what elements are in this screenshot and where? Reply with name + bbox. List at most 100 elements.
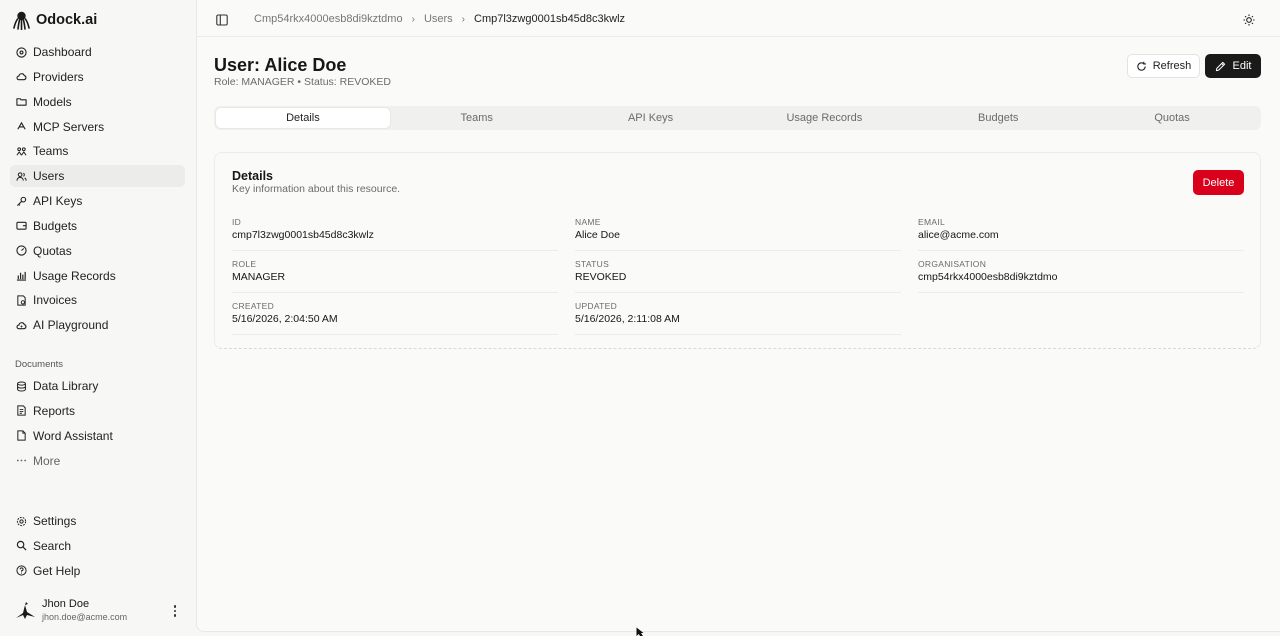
sidebar-item-label: Data Library: [33, 379, 99, 393]
sidebar-item-more[interactable]: More: [10, 450, 185, 472]
sidebar-item-word-assistant[interactable]: Word Assistant: [10, 425, 185, 447]
sidebar-item-label: Providers: [33, 69, 84, 84]
card-title: Details: [232, 169, 273, 183]
sidebar-item-mcp-servers[interactable]: MCP Servers: [10, 116, 185, 138]
sidebar-item-label: Users: [33, 169, 65, 184]
search-icon: [16, 541, 27, 551]
tab-usage-records[interactable]: Usage Records: [737, 108, 911, 128]
sidebar-item-label: Get Help: [33, 563, 81, 578]
field-value: Alice Doe: [575, 229, 620, 241]
delete-button[interactable]: Delete: [1193, 170, 1244, 195]
avatar: [16, 602, 35, 619]
breadcrumb: Cmp54rkx4000esb8di9kztdmo › Users › Cmp7…: [254, 13, 625, 25]
sidebar-item-models[interactable]: Models: [10, 91, 185, 113]
documents-section-label: Documents: [15, 359, 64, 370]
sidebar-item-get-help[interactable]: Get Help: [10, 560, 185, 582]
user-email: jhon.doe@acme.com: [42, 612, 128, 622]
mouse-cursor-icon: [636, 627, 644, 636]
sidebar-item-ai-playground[interactable]: AI Playground: [10, 314, 185, 336]
tab-quotas[interactable]: Quotas: [1085, 108, 1259, 128]
sidebar-item-label: Models: [33, 94, 72, 109]
sidebar-item-label: Settings: [33, 514, 77, 528]
field-value: MANAGER: [232, 271, 286, 283]
document-icon: [17, 430, 26, 441]
field-value: 5/16/2026, 2:04:50 AM: [232, 313, 338, 325]
field-status: STATUS REVOKED: [575, 259, 901, 293]
tab-details[interactable]: Details: [216, 108, 390, 128]
sidebar-item-providers[interactable]: Providers: [10, 66, 185, 88]
topbar: Cmp54rkx4000esb8di9kztdmo › Users › Cmp7…: [197, 0, 1280, 37]
sidebar-item-users[interactable]: Users: [10, 165, 185, 188]
sidebar-item-label: Invoices: [33, 293, 78, 308]
sidebar-item-label: Search: [33, 538, 72, 553]
chevron-right-icon: ›: [411, 13, 415, 25]
report-icon: [17, 405, 26, 416]
tabs: Details Teams API Keys Usage Records Bud…: [214, 106, 1261, 130]
sidebar-item-settings[interactable]: Settings: [10, 510, 185, 532]
field-label: EMAIL: [918, 217, 946, 227]
ellipsis-icon: [16, 459, 27, 462]
tab-api-keys[interactable]: API Keys: [564, 108, 738, 128]
field-organisation: ORGANISATION cmp54rkx4000esb8di9kztdmo: [918, 259, 1244, 293]
breadcrumb-organisation[interactable]: Cmp54rkx4000esb8di9kztdmo: [254, 13, 403, 25]
field-value: REVOKED: [575, 271, 627, 283]
refresh-label: Refresh: [1152, 60, 1192, 72]
sidebar-toggle-icon[interactable]: [216, 14, 228, 26]
sidebar-item-label: Reports: [33, 403, 76, 418]
sidebar-item-dashboard[interactable]: Dashboard: [10, 41, 185, 63]
sidebar-item-teams[interactable]: Teams: [10, 140, 185, 162]
field-updated: UPDATED 5/16/2026, 2:11:08 AM: [575, 301, 901, 335]
page-subtitle: Role: MANAGER • Status: REVOKED: [214, 76, 391, 88]
sidebar-item-reports[interactable]: Reports: [10, 400, 185, 422]
field-label: ORGANISATION: [918, 259, 987, 269]
user-menu-icon[interactable]: [169, 604, 181, 618]
edit-label: Edit: [1232, 60, 1252, 72]
sidebar-item-label: More: [33, 453, 61, 468]
dashboard-icon: [16, 46, 27, 58]
sidebar-item-label: API Keys: [33, 194, 83, 209]
edit-button[interactable]: Edit: [1205, 54, 1261, 78]
folder-icon: [16, 98, 27, 106]
cloud-icon: [16, 73, 27, 81]
user-name: Jhon Doe: [42, 598, 90, 610]
sidebar-item-search[interactable]: Search: [10, 535, 185, 557]
card-description: Key information about this resource.: [232, 183, 401, 195]
refresh-button[interactable]: Refresh: [1127, 54, 1200, 78]
sidebar-item-label: Word Assistant: [33, 428, 113, 443]
sidebar-item-budgets[interactable]: Budgets: [10, 215, 185, 237]
sparkle-cloud-icon: [16, 321, 27, 330]
sidebar: Odock.ai Dashboard Providers Models MCP …: [0, 0, 196, 636]
field-value: cmp54rkx4000esb8di9kztdmo: [918, 271, 1058, 283]
secondary-nav: Settings Search Get Help: [10, 510, 185, 585]
teams-icon: [16, 147, 27, 156]
tab-budgets[interactable]: Budgets: [911, 108, 1085, 128]
field-email: EMAIL alice@acme.com: [918, 217, 1244, 251]
main-nav: Dashboard Providers Models MCP Servers T…: [10, 41, 185, 339]
server-icon: [17, 121, 26, 130]
page-title: User: Alice Doe: [214, 55, 347, 75]
field-value: cmp7l3zwg0001sb45d8c3kwlz: [232, 229, 374, 241]
sidebar-item-label: Quotas: [33, 243, 72, 258]
sidebar-item-label: AI Playground: [33, 318, 109, 333]
sidebar-item-label: Dashboard: [33, 45, 92, 59]
user-profile[interactable]: Jhon Doe jhon.doe@acme.com: [13, 596, 185, 626]
bar-chart-icon: [16, 271, 27, 281]
brand[interactable]: Odock.ai: [13, 10, 97, 30]
field-id: ID cmp7l3zwg0001sb45d8c3kwlz: [232, 217, 558, 251]
sidebar-item-usage-records[interactable]: Usage Records: [10, 265, 185, 287]
documents-nav: Data Library Reports Word Assistant More: [10, 375, 185, 474]
sidebar-item-api-keys[interactable]: API Keys: [10, 190, 185, 212]
octopus-logo-icon: [13, 11, 30, 30]
invoice-icon: [17, 295, 26, 306]
details-card: Details Key information about this resou…: [214, 152, 1261, 349]
sidebar-item-invoices[interactable]: Invoices: [10, 289, 185, 311]
breadcrumb-users[interactable]: Users: [424, 13, 453, 25]
field-label: NAME: [575, 217, 601, 227]
help-icon: [16, 565, 27, 576]
tab-teams[interactable]: Teams: [390, 108, 564, 128]
sidebar-item-data-library[interactable]: Data Library: [10, 375, 185, 397]
sun-icon[interactable]: [1243, 14, 1255, 26]
field-label: STATUS: [575, 259, 610, 269]
breadcrumb-current: Cmp7l3zwg0001sb45d8c3kwlz: [474, 13, 626, 25]
sidebar-item-quotas[interactable]: Quotas: [10, 240, 185, 262]
